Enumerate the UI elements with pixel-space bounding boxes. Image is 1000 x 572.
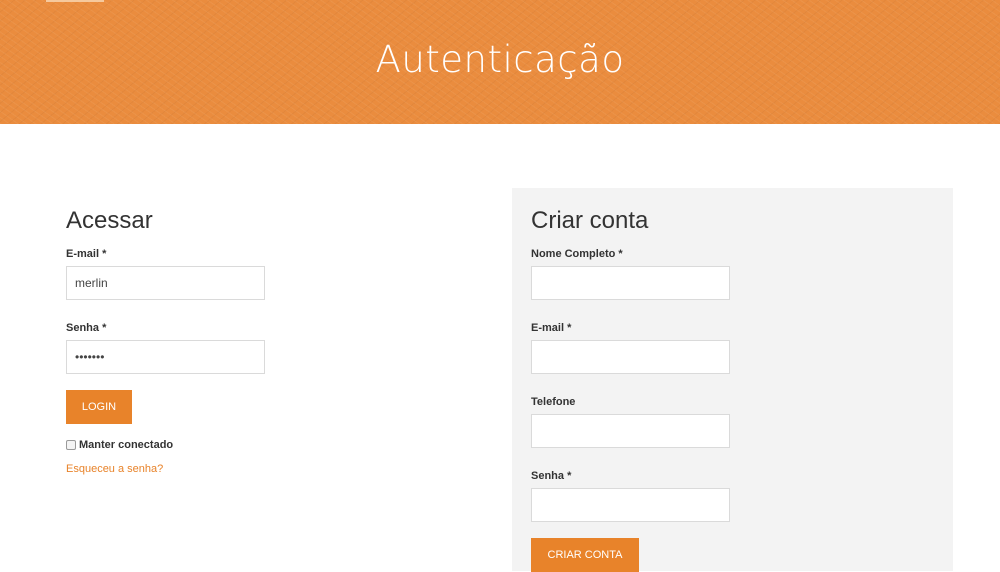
register-phone-input[interactable]: [531, 414, 730, 448]
create-account-button[interactable]: CRIAR CONTA: [531, 538, 639, 572]
register-fullname-input[interactable]: [531, 266, 730, 300]
register-fullname-label-text: Nome Completo: [531, 248, 616, 260]
register-fullname-label: Nome Completo *: [531, 247, 931, 261]
remember-me-checkbox[interactable]: [66, 440, 76, 450]
required-mark: *: [567, 470, 572, 482]
register-panel: Criar conta Nome Completo * E-mail * Tel…: [512, 188, 953, 572]
register-section: Criar conta Nome Completo * E-mail * Tel…: [531, 200, 931, 572]
login-email-label-text: E-mail: [66, 248, 100, 260]
register-password-label: Senha *: [531, 469, 931, 483]
register-email-label: E-mail *: [531, 321, 931, 335]
register-email-label-text: E-mail: [531, 322, 565, 334]
login-password-label-text: Senha: [66, 322, 100, 334]
page-title: Autenticação: [375, 38, 625, 81]
login-password-input[interactable]: [66, 340, 265, 374]
register-phone-label-text: Telefone: [531, 396, 576, 408]
required-mark: *: [567, 322, 572, 334]
login-button[interactable]: LOGIN: [66, 390, 132, 424]
register-password-input[interactable]: [531, 488, 730, 522]
register-phone-label: Telefone: [531, 395, 931, 409]
login-section: Acessar E-mail * Senha * LOGIN Manter co…: [66, 200, 446, 477]
register-email-input[interactable]: [531, 340, 730, 374]
register-heading: Criar conta: [531, 207, 649, 234]
forgot-password-link[interactable]: Esqueceu a senha?: [66, 463, 163, 475]
login-password-label: Senha *: [66, 321, 446, 335]
required-mark: *: [102, 322, 107, 334]
page-header-banner: Autenticação: [0, 0, 1000, 124]
required-mark: *: [618, 248, 623, 260]
login-heading: Acessar: [66, 207, 153, 234]
remember-me-row[interactable]: Manter conectado: [66, 438, 446, 452]
required-mark: *: [102, 248, 107, 260]
remember-me-label: Manter conectado: [79, 439, 174, 451]
banner-tab-indicator: [46, 0, 104, 2]
register-password-label-text: Senha: [531, 470, 565, 482]
login-email-input[interactable]: [66, 266, 265, 300]
login-email-label: E-mail *: [66, 247, 446, 261]
